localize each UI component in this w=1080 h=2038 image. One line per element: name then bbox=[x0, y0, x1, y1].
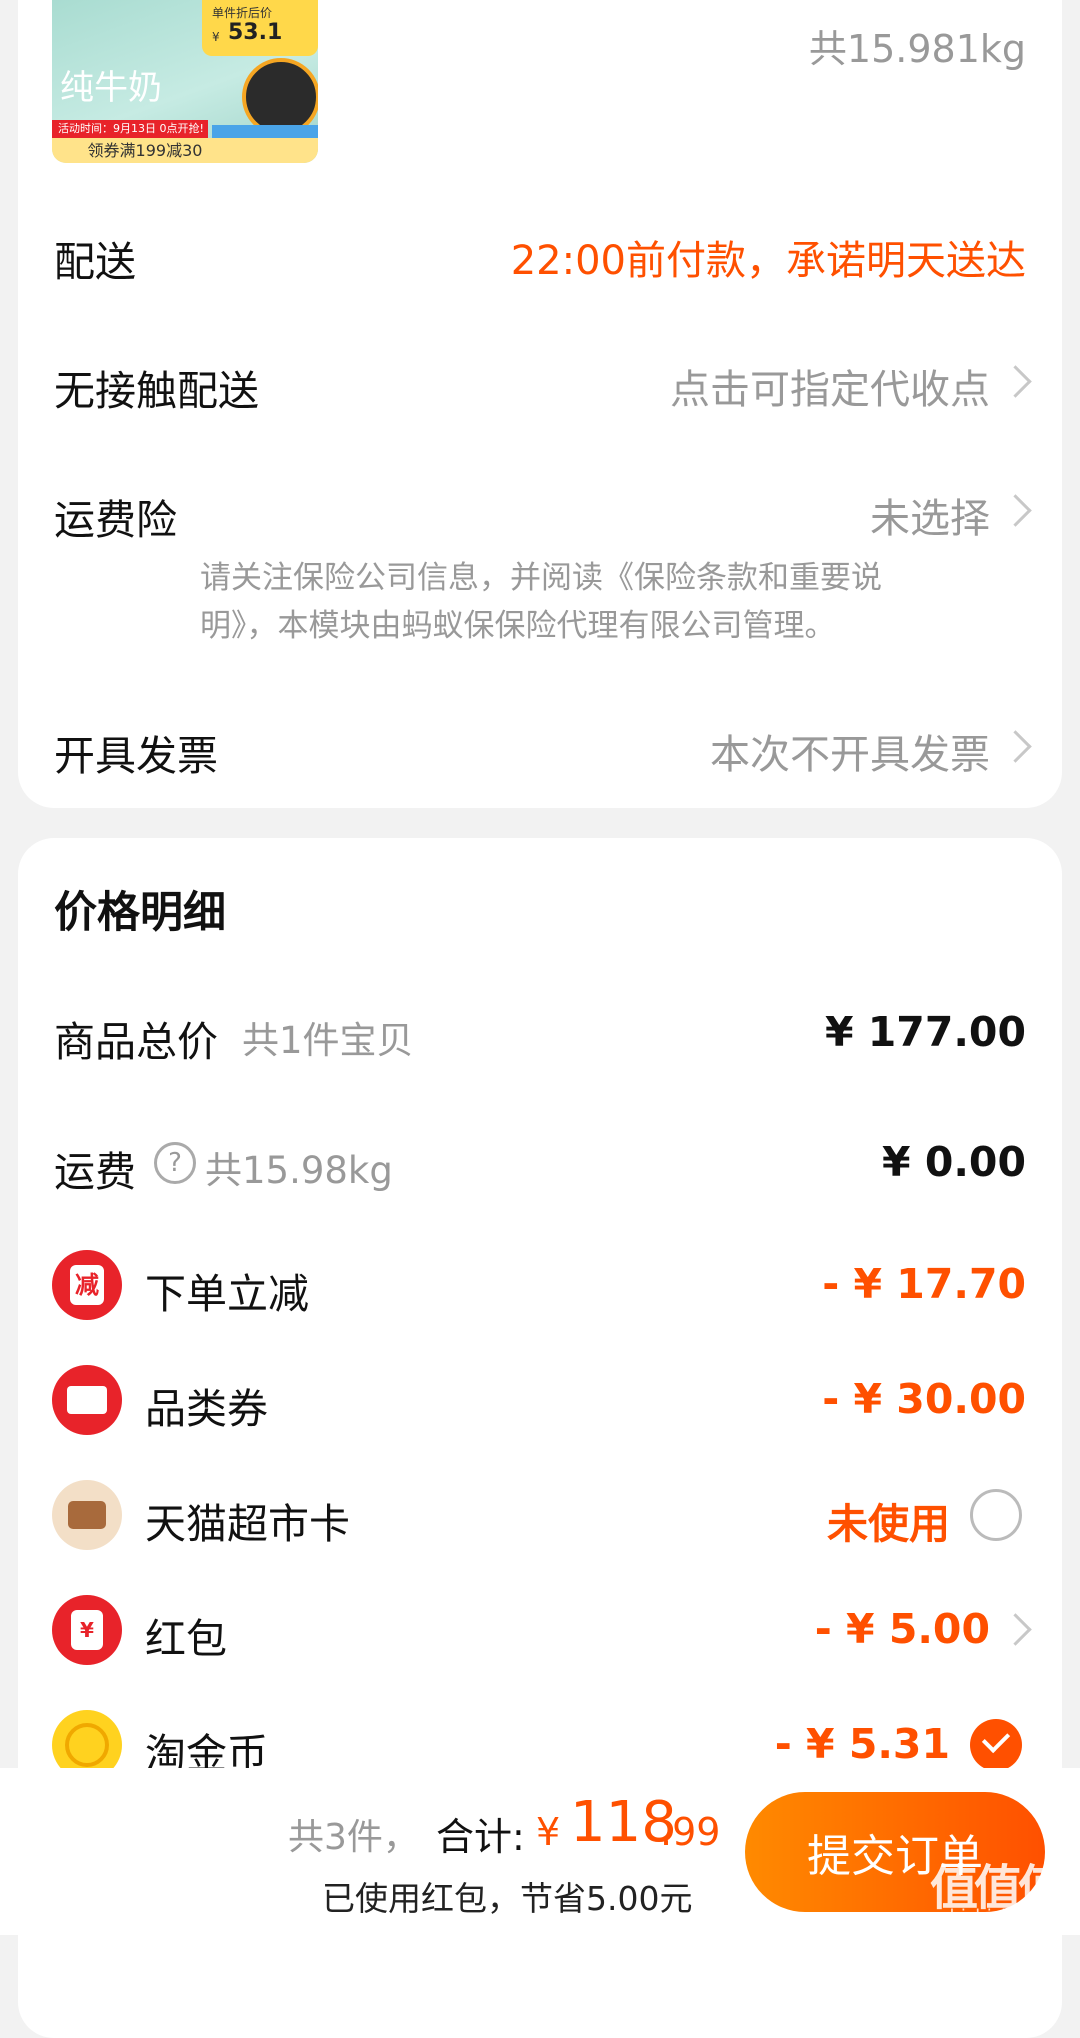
ticket-icon bbox=[52, 1365, 122, 1435]
total-currency: ¥ bbox=[536, 1810, 561, 1854]
tmall-card-label: 天猫超市卡 bbox=[145, 1500, 350, 1548]
total-label: 合计: bbox=[436, 1815, 525, 1859]
card-shape bbox=[68, 1501, 106, 1529]
red-envelope-icon: 减 bbox=[52, 1250, 122, 1320]
product-image-title: 纯牛奶 bbox=[60, 68, 162, 108]
product-image[interactable]: 纯牛奶 单件折后价 ¥ 53.1 活动时间：9月13日 0点开抢! 领券满199… bbox=[52, 0, 318, 163]
instant-reduction-value: - ¥ 17.70 bbox=[822, 1260, 1026, 1308]
price-tag-currency: ¥ bbox=[212, 30, 220, 44]
shipping-fee-value: ¥ 0.00 bbox=[882, 1138, 1026, 1186]
shipping-insurance-label: 运费险 bbox=[54, 496, 177, 544]
contactless-delivery-label: 无接触配送 bbox=[54, 367, 259, 415]
goods-total-value: ¥ 177.00 bbox=[824, 1008, 1026, 1056]
goods-total-label: 商品总价 bbox=[54, 1018, 218, 1066]
delivery-label: 配送 bbox=[54, 238, 136, 286]
item-count: 共3件， bbox=[288, 1817, 419, 1858]
card-icon bbox=[52, 1480, 122, 1550]
help-icon[interactable]: ? bbox=[154, 1142, 196, 1184]
taojinbi-checkbox[interactable] bbox=[970, 1719, 1022, 1771]
red-packet-label: 红包 bbox=[145, 1615, 227, 1663]
shipping-fee-label: 运费 bbox=[54, 1148, 136, 1196]
shipping-weight: 共15.98kg bbox=[205, 1149, 393, 1192]
taojinbi-value: - ¥ 5.31 bbox=[774, 1720, 950, 1768]
coin-ring bbox=[65, 1723, 109, 1767]
coupon-banner-text: 领券满199减30 bbox=[52, 138, 318, 163]
category-coupon-label: 品类券 bbox=[145, 1385, 268, 1433]
goods-count: 共1件宝贝 bbox=[242, 1019, 414, 1062]
invoice-label: 开具发票 bbox=[54, 732, 218, 780]
insurance-note-line2[interactable]: 明》，本模块由蚂蚁保保险代理有限公司管理。 bbox=[200, 600, 836, 645]
red-packet-value[interactable]: - ¥ 5.00 bbox=[815, 1605, 990, 1653]
activity-time-text: 活动时间：9月13日 0点开抢! bbox=[52, 120, 208, 138]
instant-reduction-label: 下单立减 bbox=[145, 1270, 309, 1318]
price-detail-title: 价格明细 bbox=[54, 888, 226, 938]
invoice-selector[interactable]: 本次不开具发票 bbox=[710, 722, 990, 780]
tmall-card-radio[interactable] bbox=[970, 1489, 1022, 1541]
hongbao-glyph: ¥ bbox=[71, 1610, 103, 1650]
delivery-promise: 22:00前付款，承诺明天送达 bbox=[510, 238, 1026, 284]
ticket-shape bbox=[67, 1386, 107, 1414]
total-decimal: .99 bbox=[660, 1810, 721, 1854]
savings-note: 已使用红包，节省5.00元 bbox=[322, 1879, 693, 1918]
instant-reduction-glyph: 减 bbox=[70, 1265, 104, 1305]
category-coupon-value: - ¥ 30.00 bbox=[822, 1375, 1026, 1423]
pickup-point-selector[interactable]: 点击可指定代收点 bbox=[670, 357, 990, 415]
price-tag-value: 53.1 bbox=[228, 20, 283, 45]
watermark-url: zhizhizhi.com bbox=[940, 1906, 1062, 1927]
checkmark-icon bbox=[981, 1724, 1011, 1754]
tmall-card-status: 未使用 bbox=[827, 1500, 950, 1548]
total-weight: 共15.981kg bbox=[808, 27, 1026, 71]
hongbao-icon: ¥ bbox=[52, 1595, 122, 1665]
shipping-insurance-selector[interactable]: 未选择 bbox=[870, 486, 990, 544]
price-tag-label: 单件折后价 bbox=[212, 6, 273, 20]
insurance-note-line1[interactable]: 请关注保险公司信息，并阅读《保险条款和重要说 bbox=[200, 552, 882, 597]
